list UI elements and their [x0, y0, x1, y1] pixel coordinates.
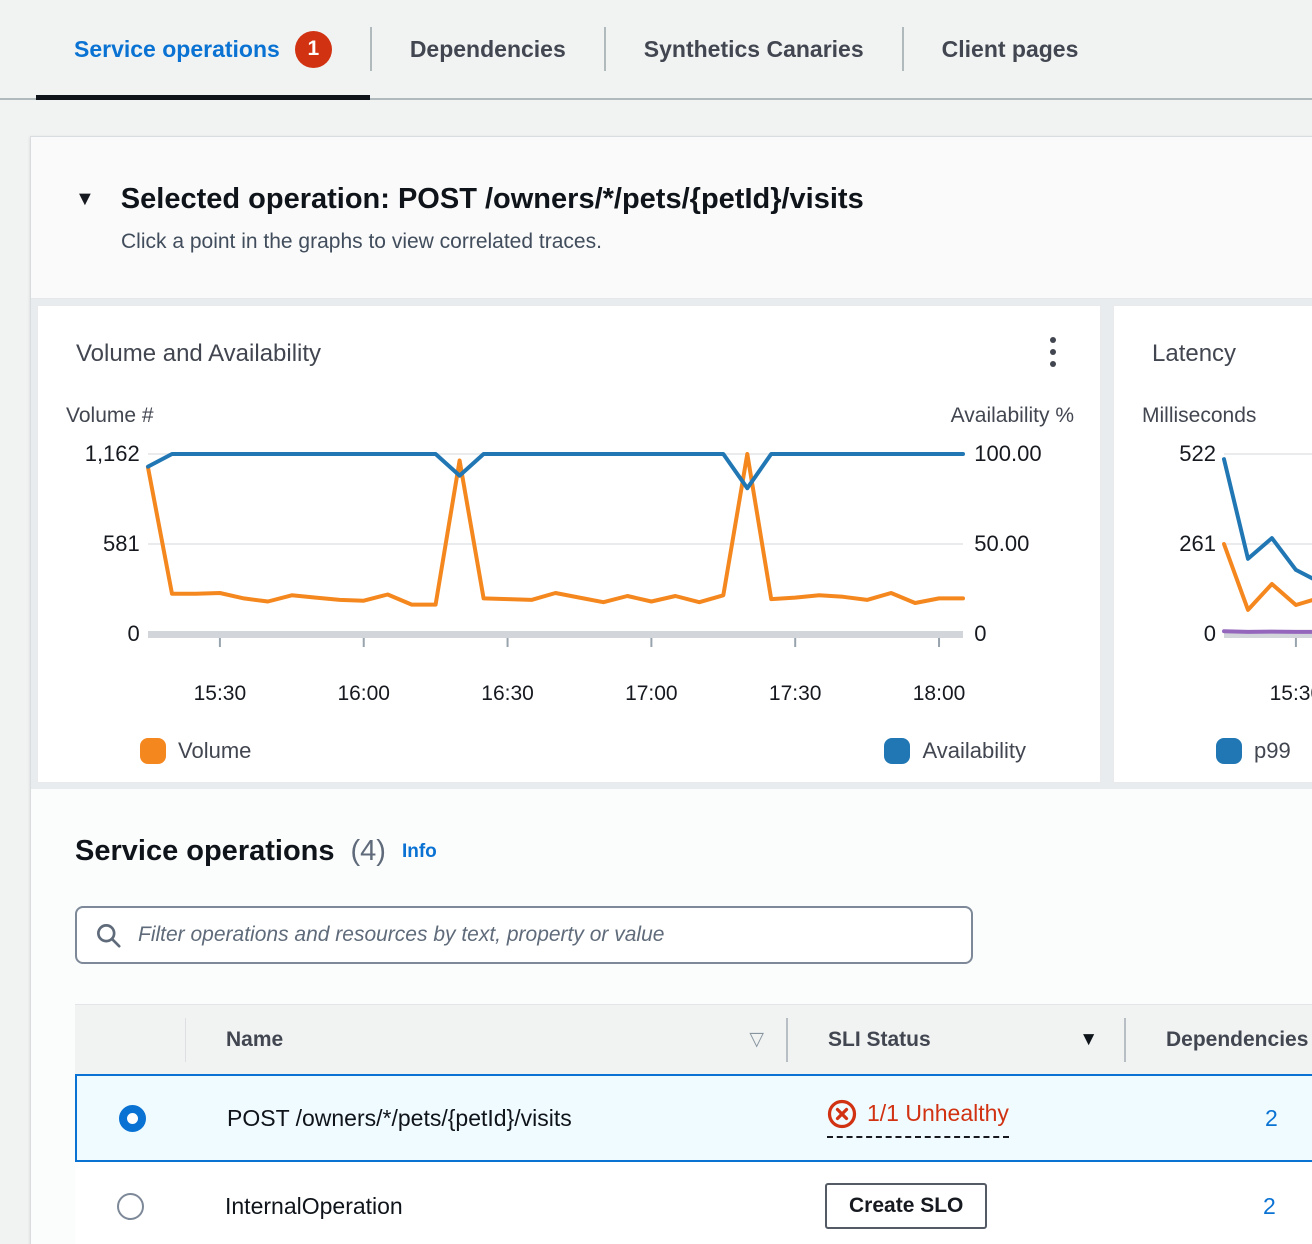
- table-row[interactable]: InternalOperation Create SLO 2: [75, 1162, 1312, 1244]
- left-axis-ticks: 522 261 0: [1140, 442, 1216, 674]
- x-tick: 15:30: [1270, 682, 1312, 706]
- expandable-section-header: ▼ Selected operation: POST /owners/*/pet…: [31, 137, 1312, 299]
- volume-availability-plot[interactable]: [148, 442, 961, 674]
- sli-status-text: 1/1 Unhealthy: [867, 1100, 1009, 1127]
- latency-plot[interactable]: [1224, 442, 1312, 674]
- x-tick: 18:00: [913, 682, 966, 706]
- x-axis-labels: 15:30 16:00 16:30 17:00 17:30 18:00: [148, 682, 963, 712]
- table-header-row: Name ▽ SLI Status ▼ Dependencies: [75, 1004, 1312, 1074]
- tab-label: Dependencies: [410, 36, 566, 63]
- column-label: SLI Status: [828, 1028, 931, 1052]
- line-chart[interactable]: [148, 442, 963, 674]
- y-tick: 0: [1204, 621, 1216, 647]
- radio-selected[interactable]: [119, 1105, 146, 1132]
- x-tick: 16:30: [481, 682, 534, 706]
- dependencies-count-link[interactable]: 2: [1263, 1193, 1276, 1220]
- line-chart[interactable]: [1224, 442, 1312, 674]
- tab-label: Client pages: [942, 36, 1079, 63]
- y-tick: 522: [1179, 441, 1216, 467]
- legend-label: Volume: [178, 738, 251, 764]
- x-tick: 16:00: [337, 682, 390, 706]
- selected-operation-panel: ▼ Selected operation: POST /owners/*/pet…: [30, 136, 1312, 1244]
- legend-label: Availability: [922, 738, 1026, 764]
- operation-name: InternalOperation: [225, 1193, 403, 1220]
- kebab-menu-button[interactable]: [1036, 330, 1070, 374]
- tab-service-operations[interactable]: Service operations 1: [36, 0, 370, 98]
- column-label: Dependencies: [1166, 1028, 1308, 1052]
- filter-input[interactable]: [136, 922, 953, 948]
- tab-dependencies[interactable]: Dependencies: [372, 0, 604, 98]
- table-row[interactable]: POST /owners/*/pets/{petId}/visits 1/1 U…: [75, 1074, 1312, 1162]
- radio-unselected[interactable]: [117, 1193, 144, 1220]
- service-operations-section: Service operations (4) Info Name ▽: [31, 789, 1312, 1244]
- tab-label: Synthetics Canaries: [644, 36, 864, 63]
- legend-label: p99: [1254, 738, 1291, 764]
- chart-title: Volume and Availability: [76, 340, 1074, 368]
- y-tick: 0: [128, 621, 140, 647]
- right-axis-label: Availability %: [951, 404, 1074, 428]
- latency-card: Latency Milliseconds 522 261 0 15:30: [1113, 305, 1312, 783]
- x-axis-labels: 15:30: [1224, 682, 1312, 712]
- filter-container: [75, 906, 973, 964]
- sli-status-column-header[interactable]: SLI Status ▼: [788, 1028, 1124, 1052]
- left-axis-ticks: 1,162 581 0: [64, 442, 140, 674]
- tab-bar: Service operations 1 Dependencies Synthe…: [0, 0, 1312, 100]
- operations-table: Name ▽ SLI Status ▼ Dependencies POST /o…: [75, 1004, 1312, 1244]
- x-tick: 17:30: [769, 682, 822, 706]
- y-tick: 0: [974, 621, 986, 647]
- p99-legend-swatch: [1216, 738, 1242, 764]
- column-label: Name: [226, 1028, 283, 1052]
- y-tick: 581: [103, 531, 140, 557]
- name-column-header[interactable]: Name ▽: [186, 1028, 786, 1052]
- error-circle-x-icon: [827, 1099, 857, 1129]
- alert-count-badge: 1: [295, 31, 332, 68]
- legend-item-volume[interactable]: Volume: [140, 738, 251, 764]
- info-link[interactable]: Info: [402, 841, 437, 863]
- legend-item-p99[interactable]: p99: [1216, 738, 1291, 764]
- section-title: Service operations: [75, 835, 335, 868]
- dependencies-column-header[interactable]: Dependencies: [1126, 1028, 1312, 1052]
- y-tick: 261: [1179, 531, 1216, 557]
- dependencies-count-link[interactable]: 2: [1265, 1105, 1278, 1132]
- tab-label: Service operations: [74, 36, 280, 63]
- x-tick: 17:00: [625, 682, 678, 706]
- y-tick: 1,162: [85, 441, 140, 467]
- volume-availability-card: Volume and Availability Volume # Availab…: [37, 305, 1101, 783]
- availability-legend-swatch: [884, 738, 910, 764]
- create-slo-button[interactable]: Create SLO: [825, 1183, 987, 1229]
- tab-synthetics-canaries[interactable]: Synthetics Canaries: [606, 0, 902, 98]
- selected-operation-title: Selected operation: POST /owners/*/pets/…: [121, 183, 864, 216]
- x-tick: 15:30: [194, 682, 247, 706]
- expandable-section-toggle[interactable]: ▼ Selected operation: POST /owners/*/pet…: [75, 183, 1312, 216]
- y-tick: 50.00: [974, 531, 1029, 557]
- y-tick: 100.00: [974, 441, 1041, 467]
- search-icon: [95, 922, 122, 949]
- right-axis-ticks: 100.00 50.00 0: [974, 442, 1074, 674]
- left-axis-label: Volume #: [66, 404, 154, 428]
- expand-caret-icon[interactable]: ▼: [75, 188, 95, 211]
- selected-operation-subtitle: Click a point in the graphs to view corr…: [121, 230, 1312, 254]
- sli-status-unhealthy[interactable]: 1/1 Unhealthy: [827, 1099, 1009, 1138]
- sort-icon-name[interactable]: ▽: [749, 1028, 764, 1051]
- operation-name: POST /owners/*/pets/{petId}/visits: [227, 1105, 572, 1132]
- chart-title: Latency: [1152, 340, 1312, 368]
- charts-row: Volume and Availability Volume # Availab…: [31, 299, 1312, 789]
- tab-client-pages[interactable]: Client pages: [904, 0, 1117, 98]
- volume-legend-swatch: [140, 738, 166, 764]
- left-axis-label: Milliseconds: [1142, 404, 1256, 428]
- section-count: (4): [351, 835, 386, 868]
- sort-icon-sli-status[interactable]: ▼: [1079, 1029, 1098, 1051]
- legend-item-availability[interactable]: Availability: [884, 738, 1026, 764]
